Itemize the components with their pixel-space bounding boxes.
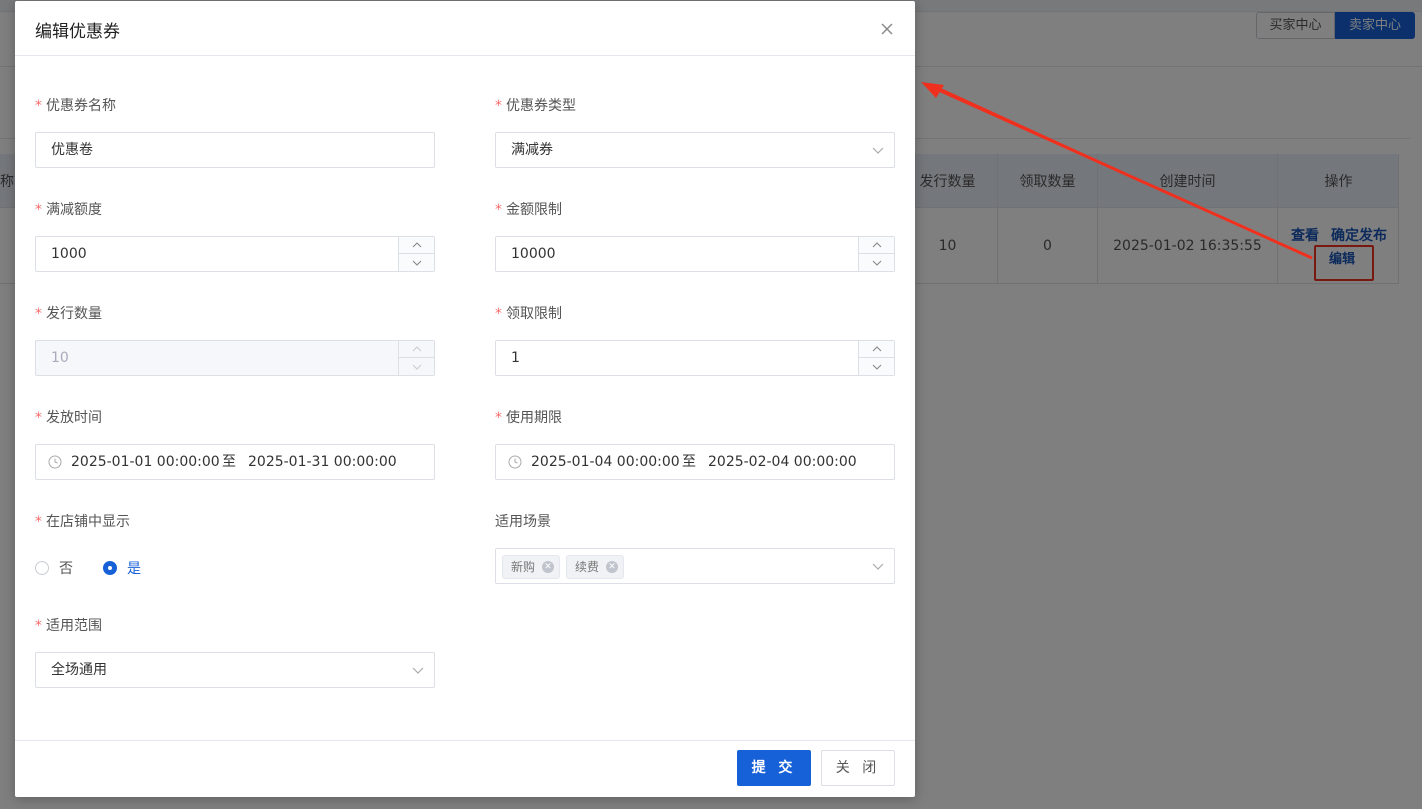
decrement-button[interactable] [859, 358, 894, 375]
radio-unchecked-icon [35, 561, 49, 575]
clock-icon [48, 455, 62, 469]
close-button[interactable]: 关 闭 [821, 750, 895, 786]
chevron-down-icon [872, 364, 881, 370]
amount-limit-label: * 金额限制 [495, 202, 562, 218]
discount-amount-input[interactable]: 1000 [35, 236, 435, 272]
submit-button[interactable]: 提 交 [737, 750, 811, 786]
claim-limit-label: * 领取限制 [495, 306, 562, 322]
clock-icon [508, 455, 522, 469]
scenario-tag: 新购 ✕ [502, 555, 560, 579]
issue-quantity-label: * 发行数量 [35, 306, 102, 322]
chevron-up-icon [872, 242, 881, 248]
valid-period-start[interactable]: 2025-01-04 00:00:00 [531, 445, 680, 479]
increment-button [399, 341, 434, 358]
tag-close-icon[interactable]: ✕ [542, 561, 554, 573]
tag-close-icon[interactable]: ✕ [606, 561, 618, 573]
scope-label: * 适用范围 [35, 618, 102, 634]
amount-limit-stepper [858, 237, 894, 271]
edit-coupon-dialog: 编辑优惠券 * 优惠券名称 优惠卷 * 优惠券类型 满减券 * 满减额度 1000 *… [15, 1, 915, 797]
dialog-title: 编辑优惠券 [35, 22, 120, 42]
scope-select[interactable]: 全场通用 [35, 652, 435, 688]
valid-period-end[interactable]: 2025-02-04 00:00:00 [708, 445, 857, 479]
decrement-button[interactable] [859, 254, 894, 271]
decrement-button[interactable] [399, 254, 434, 271]
show-in-store-label: * 在店铺中显示 [35, 514, 130, 530]
close-icon[interactable] [877, 19, 897, 39]
coupon-name-input[interactable]: 优惠卷 [35, 132, 435, 168]
discount-amount-stepper [398, 237, 434, 271]
chevron-down-icon [872, 563, 884, 570]
amount-limit-input[interactable]: 10000 [495, 236, 895, 272]
issue-quantity-input: 10 [35, 340, 435, 376]
claim-limit-input[interactable]: 1 [495, 340, 895, 376]
show-in-store-yes-radio[interactable]: 是 [103, 558, 141, 578]
coupon-type-label: * 优惠券类型 [495, 98, 576, 114]
dialog-header: 编辑优惠券 [15, 1, 915, 56]
valid-period-label: * 使用期限 [495, 410, 562, 426]
show-in-store-no-radio[interactable]: 否 [35, 558, 73, 578]
scenarios-label: 适用场景 [495, 514, 551, 530]
valid-period-range-picker[interactable]: 2025-01-04 00:00:00 至 2025-02-04 00:00:0… [495, 444, 895, 480]
issue-time-end[interactable]: 2025-01-31 00:00:00 [248, 445, 397, 479]
increment-button[interactable] [859, 237, 894, 254]
chevron-down-icon [412, 260, 421, 266]
chevron-down-icon [872, 260, 881, 266]
scenario-tag: 续费 ✕ [566, 555, 624, 579]
chevron-up-icon [412, 242, 421, 248]
chevron-up-icon [872, 346, 881, 352]
discount-amount-label: * 满减额度 [35, 202, 102, 218]
scenarios-multiselect[interactable]: 新购 ✕ 续费 ✕ [495, 548, 895, 584]
chevron-up-icon [412, 346, 421, 352]
issue-time-label: * 发放时间 [35, 410, 102, 426]
coupon-type-select[interactable]: 满减券 [495, 132, 895, 168]
chevron-down-icon [412, 364, 421, 370]
range-separator: 至 [222, 454, 236, 470]
issue-time-range-picker[interactable]: 2025-01-01 00:00:00 至 2025-01-31 00:00:0… [35, 444, 435, 480]
increment-button[interactable] [859, 341, 894, 358]
issue-quantity-stepper [398, 341, 434, 375]
range-separator: 至 [682, 454, 696, 470]
issue-time-start[interactable]: 2025-01-01 00:00:00 [71, 445, 220, 479]
decrement-button [399, 358, 434, 375]
chevron-down-icon [412, 667, 424, 674]
coupon-name-label: * 优惠券名称 [35, 98, 116, 114]
increment-button[interactable] [399, 237, 434, 254]
claim-limit-stepper [858, 341, 894, 375]
chevron-down-icon [872, 147, 884, 154]
radio-checked-icon [103, 561, 117, 575]
